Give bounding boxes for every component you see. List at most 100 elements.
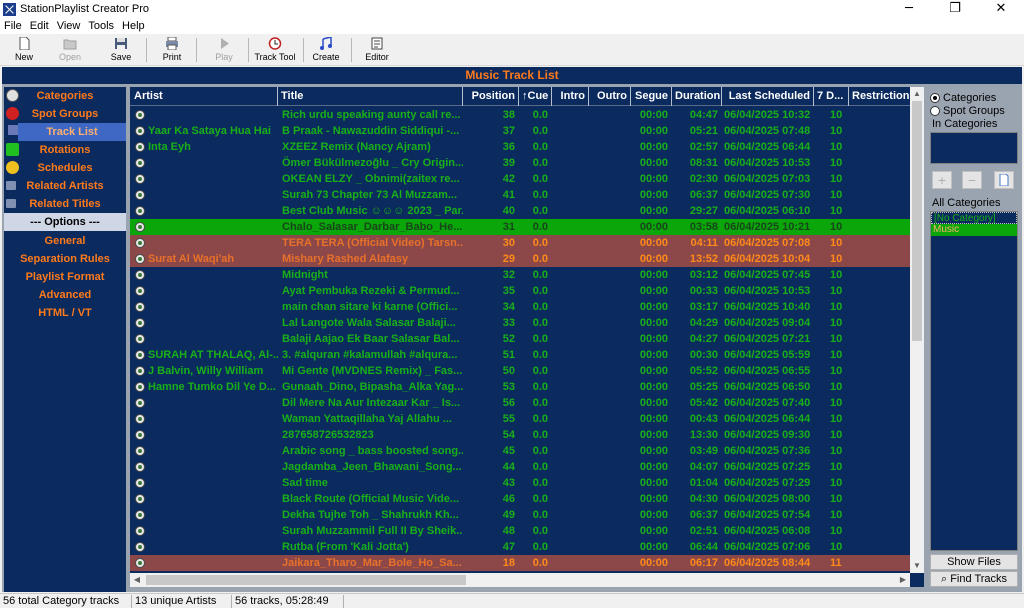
category-details-button[interactable] (994, 171, 1014, 189)
table-row[interactable]: J Balvin, Willy William Mi Gente (MVDNES … (130, 363, 910, 379)
col-7-day[interactable]: 7 D... (814, 87, 849, 106)
col-duration[interactable]: Duration (672, 87, 722, 106)
col-intro[interactable]: Intro (552, 87, 589, 106)
find-tracks-button[interactable]: ⌕ Find Tracks (930, 571, 1018, 587)
table-row[interactable]: Arabic song _ bass boosted song... 45 0.0 0… (130, 443, 910, 459)
scroll-up-icon[interactable]: ▲ (910, 87, 924, 101)
table-row[interactable]: Ömer Bükülmezoğlu _ Cry Origin... 39 0.0 00… (130, 155, 910, 171)
radio-categories[interactable]: Categories (930, 91, 996, 104)
scroll-thumb[interactable] (146, 575, 466, 585)
cell-segue: 00:00 (639, 493, 668, 505)
menu-file[interactable]: File (0, 18, 26, 34)
nav-html-vt[interactable]: HTML / VT (4, 304, 126, 322)
radio-spot-groups[interactable]: Spot Groups (930, 104, 1005, 117)
table-row[interactable]: TERA TERA (Official Video) Tarsn... 30 0.0… (130, 235, 910, 251)
nav-advanced[interactable]: Advanced (4, 286, 126, 304)
cell-last: 06/04/2025 06:55 (724, 365, 811, 377)
show-files-button[interactable]: Show Files (930, 554, 1018, 570)
cell-artist (146, 187, 278, 203)
scroll-right-icon[interactable]: ▶ (896, 573, 910, 587)
maximize-button[interactable]: ❐ (932, 0, 978, 18)
minimize-button[interactable]: ─ (886, 0, 932, 18)
in-categories-list[interactable] (930, 132, 1018, 164)
table-row[interactable]: Best Club Music ☺☺☺ 2023 _ Par... 40 0.0 00… (130, 203, 910, 219)
table-row[interactable]: 287658726532823 54 0.0 00:00 13:30 06/04/2025… (130, 427, 910, 443)
all-categories-list[interactable]: [No Category] Music (930, 211, 1018, 551)
table-row[interactable]: Dekha Tujhe Toh _ Shahrukh Kh... 49 0.0 00:… (130, 507, 910, 523)
cell-segue: 00:00 (639, 173, 668, 185)
col-title[interactable]: Title (278, 87, 463, 106)
cell-last: 06/04/2025 10:53 (724, 285, 811, 297)
col-last-scheduled[interactable]: Last Scheduled (722, 87, 814, 106)
table-row[interactable]: Ayat Pembuka Rezeki & Permud... 35 0.0 00:0… (130, 283, 910, 299)
nav-separation-rules[interactable]: Separation Rules (4, 250, 126, 268)
col-segue[interactable]: Segue (631, 87, 672, 106)
add-category-button[interactable]: + (932, 171, 952, 189)
nav-related-artists-label: Related Artists (26, 180, 104, 192)
scroll-down-icon[interactable]: ▼ (910, 559, 924, 573)
scroll-thumb[interactable] (912, 101, 922, 341)
cell-last: 06/04/2025 10:21 (724, 221, 811, 233)
category-item-music[interactable]: Music (931, 224, 1017, 236)
col-position[interactable]: Position (463, 87, 519, 106)
table-row[interactable]: SURAH AT THALAQ, Al-... 3. #alquran #kala… (130, 347, 910, 363)
cell-cue: 0.0 (532, 125, 548, 137)
editor-button[interactable]: Editor (360, 36, 394, 64)
scroll-left-icon[interactable]: ◀ (130, 573, 144, 587)
toolbar-separator (248, 38, 249, 62)
table-row[interactable]: Balaji Aajao Ek Baar Salasar Bal... 52 0.0… (130, 331, 910, 347)
menu-view[interactable]: View (53, 18, 85, 34)
table-row[interactable]: Waman Yattaqillaha Yaj Allahu ... 55 0.0 00… (130, 411, 910, 427)
vertical-scrollbar[interactable]: ▲ ▼ (910, 87, 924, 573)
table-row[interactable]: OKEAN ELZY _ Obnimi(zaitex re... 42 0.0 00:… (130, 171, 910, 187)
cell-segue: 00:00 (639, 365, 668, 377)
save-button[interactable]: Save (104, 36, 138, 64)
table-row[interactable]: Jagdamba_Jeen_Bhawani_Song... 44 0.0 00:00 0… (130, 459, 910, 475)
col-outro[interactable]: Outro (589, 87, 631, 106)
table-row[interactable]: Surat Al Waqi'ah Mishary Rashed Alafasy 29… (130, 251, 910, 267)
nav-rotations[interactable]: Rotations (4, 141, 126, 159)
horizontal-scrollbar[interactable]: ◀ ▶ (130, 573, 910, 587)
play-button[interactable]: Play (208, 36, 240, 64)
table-row[interactable]: Hamne Tumko Dil Ye D... Gunaah_Dino, Bipa… (130, 379, 910, 395)
menu-edit[interactable]: Edit (26, 18, 53, 34)
table-row[interactable]: Black Route (Official Music Vide... 46 0.0… (130, 491, 910, 507)
nav-related-titles[interactable]: Related Titles (4, 195, 126, 213)
table-row[interactable]: Yaar Ka Sataya Hua Hai B Praak - Nawazudd… (130, 123, 910, 139)
nav-schedules[interactable]: Schedules (4, 159, 126, 177)
table-row[interactable]: Inta Eyh XZEEZ Remix (Nancy Ajram) 36 0.0 00… (130, 139, 910, 155)
nav-track-list[interactable]: Track List (18, 123, 126, 141)
table-row[interactable]: Surah 73 Chapter 73 Al Muzzam... 41 0.0 00:… (130, 187, 910, 203)
category-item-none[interactable]: [No Category] (931, 212, 1017, 224)
nav-spot-groups[interactable]: Spot Groups (4, 105, 126, 123)
print-button[interactable]: Print (156, 36, 188, 64)
close-button[interactable]: ✕ (978, 0, 1024, 18)
table-row[interactable]: Midnight 32 0.0 00:00 03:12 06/04/2025 07:45 1… (130, 267, 910, 283)
table-row[interactable]: Lal Langote Wala Salasar Balaji... 33 0.0 0… (130, 315, 910, 331)
nav-playlist-format[interactable]: Playlist Format (4, 268, 126, 286)
open-button[interactable]: Open (54, 36, 86, 64)
nav-related-artists[interactable]: Related Artists (4, 177, 126, 195)
nav-categories[interactable]: Categories (4, 87, 126, 105)
col-cue[interactable]: ↑Cue (519, 87, 552, 106)
track-tool-button[interactable]: Track Tool (252, 36, 298, 64)
table-row[interactable]: Sad time 43 0.0 00:00 01:04 06/04/2025 07:29 1… (130, 475, 910, 491)
cell-artist (146, 171, 278, 187)
cell-title: OKEAN ELZY _ Obnimi(zaitex re... (282, 173, 460, 185)
remove-category-button[interactable]: − (962, 171, 982, 189)
create-button[interactable]: Create (309, 36, 343, 64)
new-button[interactable]: New (8, 36, 40, 64)
table-row[interactable]: main chan sitare ki karne (Offici... 34 0.… (130, 299, 910, 315)
table-row[interactable]: Rich urdu speaking aunty call re... 38 0.0… (130, 107, 910, 123)
col-artist[interactable]: Artist (130, 87, 278, 106)
table-row[interactable]: Dil Mere Na Aur Intezaar Kar _ Is... 56 0.… (130, 395, 910, 411)
menu-help[interactable]: Help (118, 18, 149, 34)
nav-general[interactable]: General (4, 232, 126, 250)
track-status-icon (135, 462, 145, 472)
table-row[interactable]: Chalo_Salasar_Darbar_Babo_He... 31 0.0 00:0… (130, 219, 910, 235)
menu-tools[interactable]: Tools (84, 18, 118, 34)
table-row[interactable]: Jaikara_Tharo_Mar_Bole_Ho_Sa... 18 0.0 00:0… (130, 555, 910, 571)
table-row[interactable]: Rutba (From 'Kali Jotta') 47 0.0 00:00 06:44… (130, 539, 910, 555)
col-restrictions[interactable]: Restrictions (849, 87, 915, 106)
table-row[interactable]: Surah Muzzammil Full II By Sheik... 48 0.0… (130, 523, 910, 539)
